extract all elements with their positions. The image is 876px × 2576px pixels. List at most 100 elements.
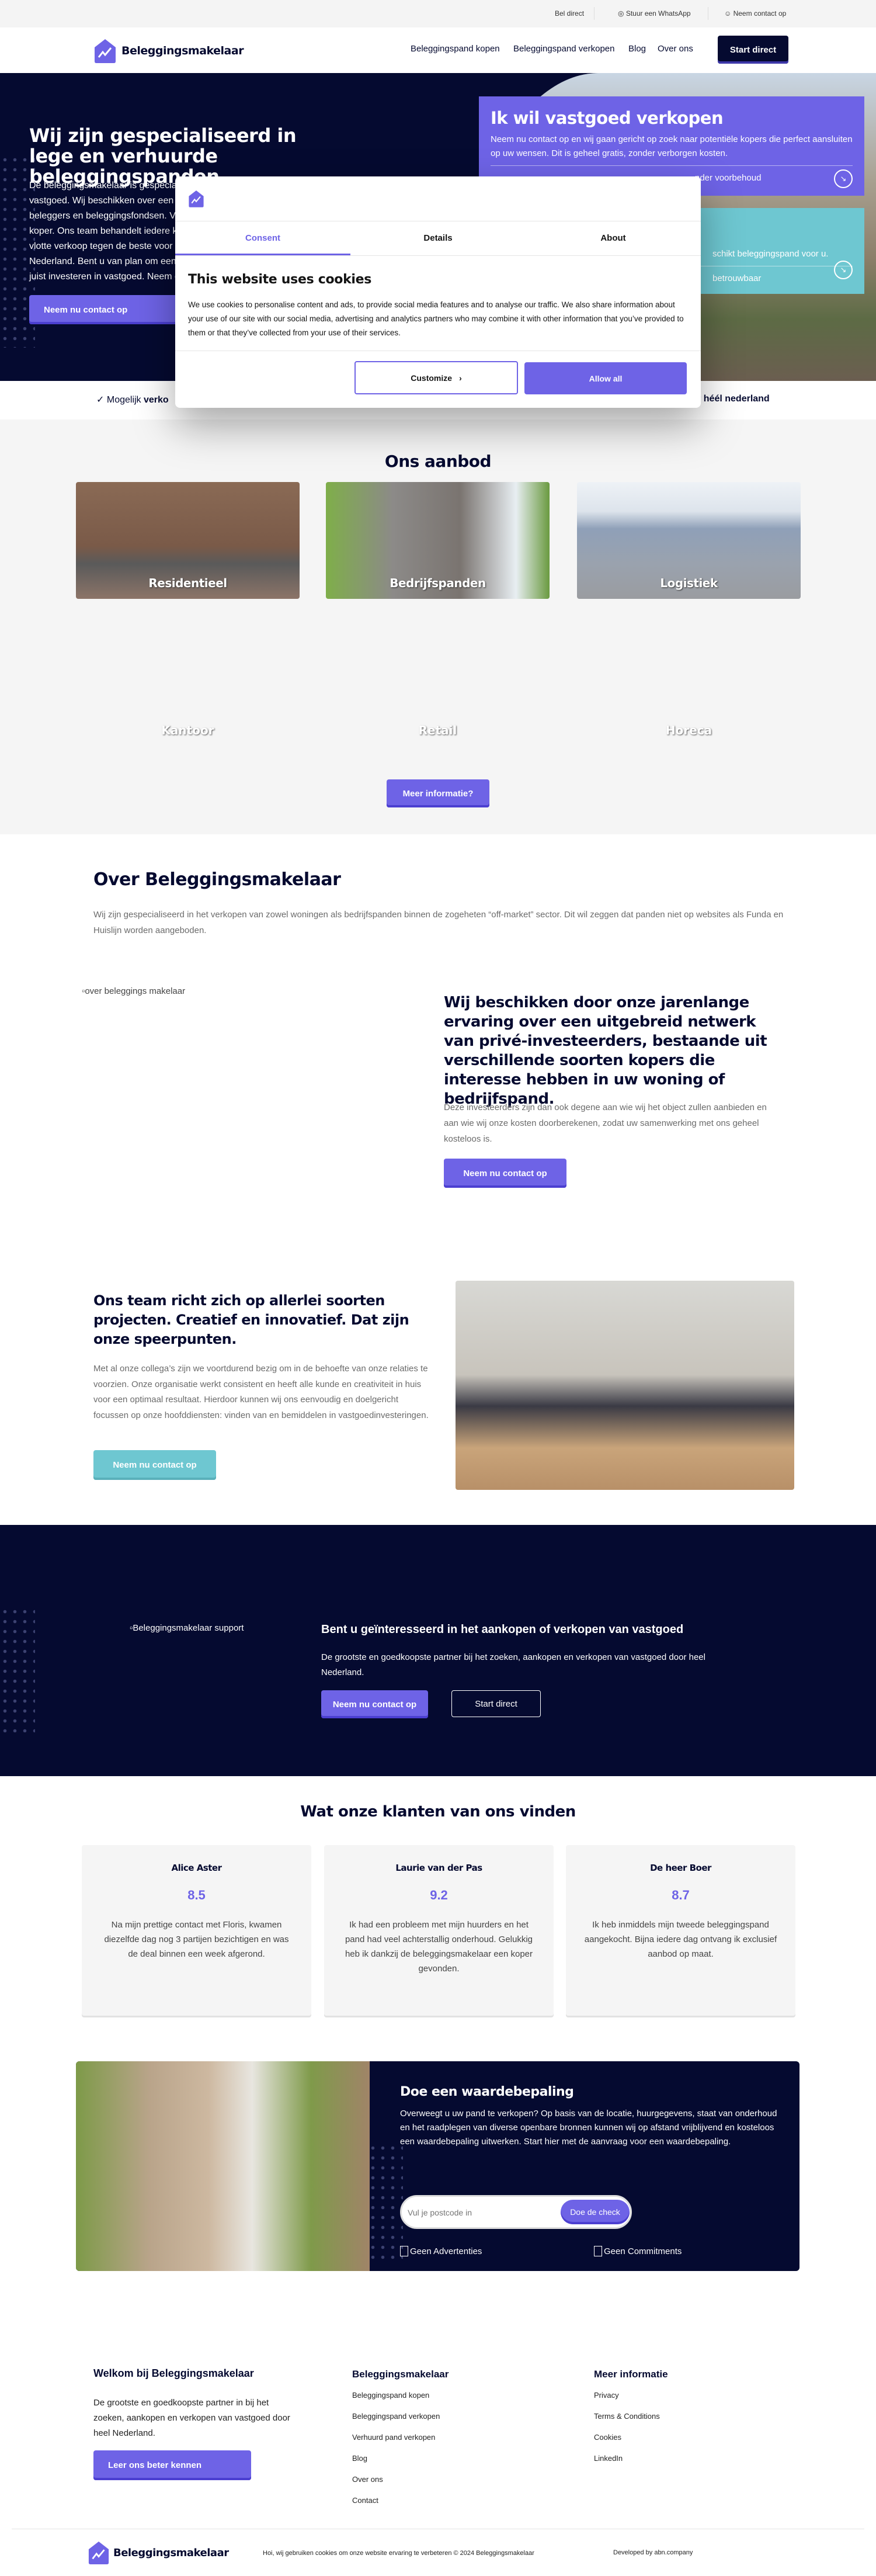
offer-residentieel[interactable]: Residentieel — [76, 482, 300, 599]
whatsapp-icon: ◎ — [618, 9, 626, 18]
footer-link[interactable]: Privacy — [594, 2391, 619, 2400]
footer-link[interactable]: Cookies — [594, 2433, 621, 2442]
footer-link[interactable]: Blog — [352, 2454, 367, 2463]
brand-name: Beleggingsmakelaar — [113, 2546, 229, 2559]
footer-welcome-title: Welkom bij Beleggingsmakelaar — [93, 2367, 254, 2379]
footer-col2-title: Beleggingsmakelaar — [352, 2369, 449, 2380]
cookie-note: Hoi, wij gebruiken cookies om onze websi… — [263, 2550, 534, 2557]
check-button[interactable]: Doe de check — [561, 2200, 630, 2224]
cookie-dialog: Consent Details About This website uses … — [175, 176, 701, 408]
valuation-title: Doe een waardebepaling — [400, 2085, 574, 2099]
usp-right: r héél nederland — [698, 394, 770, 404]
divider — [175, 255, 701, 256]
offer-horeca[interactable]: Horeca — [577, 723, 801, 737]
footer-link[interactable]: Over ons — [352, 2475, 383, 2484]
team-contact-button[interactable]: Neem nu contact op — [93, 1450, 216, 1480]
leer-ons-kennen-button[interactable]: Leer ons beter kennen — [93, 2450, 251, 2480]
about-image: ▫over beleggings makelaar — [82, 986, 186, 996]
cookie-title: This website uses cookies — [188, 272, 372, 287]
house-photo — [76, 2061, 370, 2271]
footer-link[interactable]: Beleggingspand verkopen — [352, 2412, 440, 2421]
cookie-text: We use cookies to personalise content an… — [188, 300, 684, 337]
team-heading: Ons team richt zich op allerlei soorten … — [93, 1292, 409, 1347]
divider — [594, 7, 595, 20]
chevron-right-icon: › — [459, 373, 462, 383]
hero-contact-button[interactable]: Neem nu contact op — [29, 295, 181, 324]
hero-text: De beleggingsmakelaar is gespecial vastgo… — [29, 181, 182, 282]
review-card: De heer Boer 8.7 Ik heb inmiddels mijn twe… — [566, 1845, 795, 2016]
contact-label: Neem contact op — [733, 9, 787, 18]
postcode-form: Doe de check — [400, 2195, 632, 2229]
cta-start-button[interactable]: Start direct — [451, 1690, 541, 1717]
cta-title: Bent u geïnteresseerd in het aankopen of… — [321, 1623, 684, 1636]
cta-contact-button[interactable]: Neem nu contact op — [321, 1690, 428, 1718]
checkbox[interactable] — [400, 2246, 408, 2256]
logo[interactable]: Beleggingsmakelaar — [93, 38, 244, 64]
support-image: ▫Beleggingsmakelaar support — [130, 1623, 244, 1633]
valuation-section: Doe een waardebepaling Overweegt u uw pa… — [76, 2061, 799, 2271]
arrow-down-right-icon[interactable]: ↘ — [834, 261, 853, 279]
footer-link[interactable]: Verhuurd pand verkopen — [352, 2433, 435, 2442]
contact-link[interactable]: ☺ Neem contact op — [724, 9, 786, 18]
customize-button[interactable]: Customize › — [354, 361, 518, 394]
top-bar: Bel direct ◎ Stuur een WhatsApp ☺ Neem c… — [0, 0, 876, 27]
rating: 8.7 — [672, 1888, 690, 1902]
tab-consent[interactable]: Consent — [175, 221, 350, 255]
sell-card-text: Neem nu contact op en wij gaan gericht o… — [491, 134, 853, 158]
footer-welcome-text: De grootste en goedkoopste partner in bi… — [93, 2398, 290, 2438]
tab-about[interactable]: About — [526, 221, 701, 255]
about-contact-button[interactable]: Neem nu contact op — [444, 1159, 566, 1188]
footer-link[interactable]: Contact — [352, 2496, 378, 2505]
checkbox[interactable] — [594, 2246, 602, 2256]
reviews-title: Wat onze klanten van ons vinden — [300, 1803, 576, 1821]
valuation-text: Overweegt u uw pand te verkopen? Op basi… — [400, 2109, 777, 2147]
developed-by[interactable]: Developed by abn.company — [613, 2549, 693, 2556]
offer-logistiek[interactable]: Logistiek — [577, 482, 801, 599]
logo-icon — [88, 2542, 109, 2564]
offer-kantoor[interactable]: Kantoor — [76, 723, 300, 737]
about-para: Deze investeerders zijn dan ook degene a… — [444, 1102, 767, 1144]
nav-beleggingspand-verkopen[interactable]: Beleggingspand verkopen — [513, 44, 614, 54]
postcode-input[interactable] — [408, 2205, 548, 2220]
offer-bedrijfspanden[interactable]: Bedrijfspanden — [326, 482, 550, 599]
nav-over-ons[interactable]: Over ons — [658, 44, 693, 54]
footer-link[interactable]: LinkedIn — [594, 2454, 623, 2463]
offer-retail[interactable]: Retail — [326, 723, 550, 737]
whatsapp-link[interactable]: ◎ Stuur een WhatsApp — [618, 9, 691, 18]
logo-icon — [189, 190, 204, 207]
check-geen-commitments[interactable]: Geen Commitments — [594, 2246, 682, 2256]
person-icon: ☺ — [724, 9, 734, 18]
footer-logo[interactable]: Beleggingsmakelaar — [88, 2540, 229, 2565]
cta-text: De grootste en goedkoopste partner bij h… — [321, 1652, 705, 1677]
nav-blog[interactable]: Blog — [628, 44, 646, 54]
review-card: Alice Aster 8.5 Na mijn prettige contact m… — [82, 1845, 311, 2016]
rating: 8.5 — [187, 1888, 206, 1902]
cta-section: ▫Beleggingsmakelaar support Bent u geïnt… — [0, 1525, 876, 1776]
footer-link[interactable]: Terms & Conditions — [594, 2412, 660, 2421]
meer-informatie-button[interactable]: Meer informatie? — [387, 779, 489, 807]
usp-left: ✓ Mogelijk verko — [96, 395, 169, 405]
footer-link[interactable]: Beleggingspand kopen — [352, 2391, 429, 2400]
about-heading: Wij beschikken door onze jarenlange erva… — [444, 994, 767, 1108]
check-geen-advertenties[interactable]: Geen Advertenties — [400, 2246, 482, 2256]
review-card: Laurie van der Pas 9.2 Ik had een probleem… — [324, 1845, 554, 2016]
dot-pattern — [0, 1607, 35, 1732]
about-text: Wij zijn gespecialiseerd in het verkopen… — [93, 910, 784, 935]
dot-pattern — [368, 2143, 403, 2260]
footer-col3-title: Meer informatie — [594, 2369, 668, 2380]
main-nav: Beleggingsmakelaar Beleggingspand kopen … — [0, 27, 876, 73]
about-title: Over Beleggingsmakelaar — [93, 869, 341, 890]
sell-card-title: Ik wil vastgoed verkopen — [491, 108, 724, 128]
arrow-down-right-icon[interactable]: ↘ — [834, 169, 853, 188]
team-photo — [456, 1281, 794, 1490]
tab-details[interactable]: Details — [350, 221, 526, 255]
nav-beleggingspand-kopen[interactable]: Beleggingspand kopen — [411, 44, 500, 54]
brand-name: Beleggingsmakelaar — [121, 44, 244, 57]
team-para: Met al onze collega’s zijn we voortduren… — [93, 1364, 429, 1420]
start-direct-button[interactable]: Start direct — [718, 36, 788, 64]
whatsapp-label: Stuur een WhatsApp — [625, 9, 691, 18]
logo-icon — [95, 39, 116, 63]
call-link[interactable]: Bel direct — [555, 9, 584, 18]
allow-all-button[interactable]: Allow all — [524, 362, 687, 394]
aanbod-title: Ons aanbod — [384, 452, 492, 471]
